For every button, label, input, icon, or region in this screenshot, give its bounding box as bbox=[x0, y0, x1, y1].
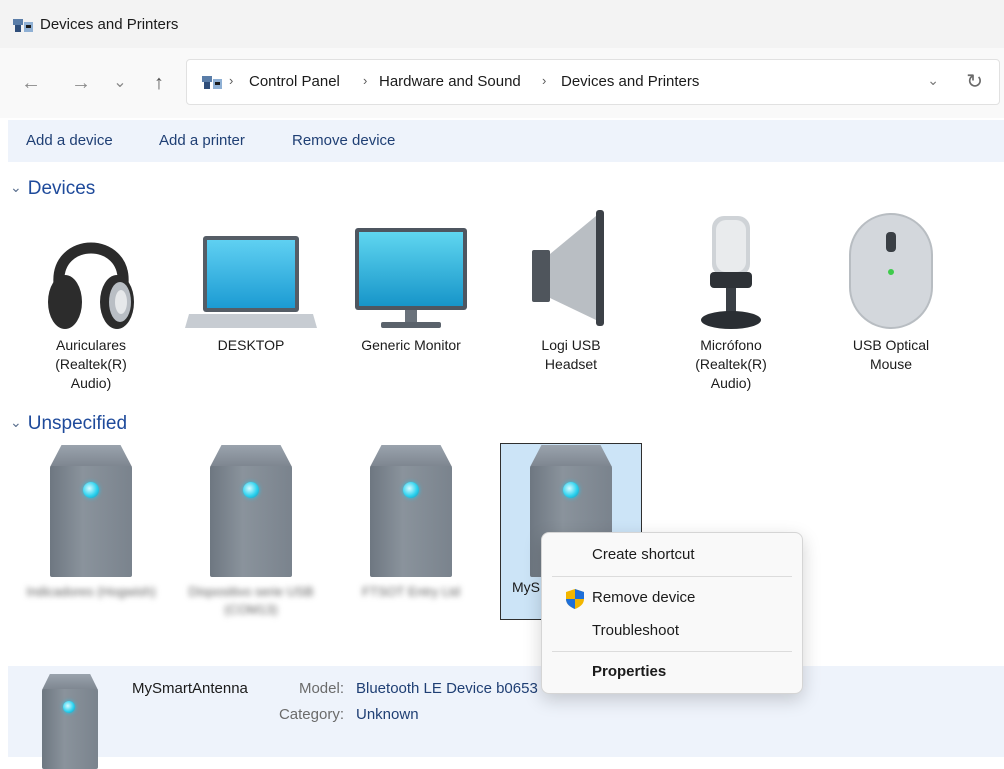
group-header-devices[interactable]: ⌄ Devices bbox=[10, 178, 95, 200]
details-pane: MySmartAntenna Model: Bluetooth LE Devic… bbox=[8, 666, 1004, 769]
device-item-logi-usb-headset[interactable]: Logi USB Headset bbox=[498, 210, 644, 374]
device-item-headphones[interactable]: Auriculares (Realtek(R) Audio) bbox=[18, 214, 164, 393]
recent-locations-chevron-icon[interactable]: ⌄ bbox=[107, 70, 133, 96]
details-model-label: Model: bbox=[298, 680, 344, 697]
command-bar: Add a device Add a printer Remove device bbox=[8, 120, 1004, 162]
window-title: Devices and Printers bbox=[40, 16, 179, 33]
chevron-down-icon: ⌄ bbox=[10, 179, 22, 195]
navigation-bar: ← → ⌄ ↑ › Control Panel › Hardware and S… bbox=[0, 48, 1004, 118]
breadcrumb-separator-icon: › bbox=[229, 73, 234, 88]
breadcrumb-separator-icon[interactable]: › bbox=[363, 73, 367, 88]
address-bar[interactable]: › Control Panel › Hardware and Sound › D… bbox=[186, 59, 1000, 105]
menu-item-create-shortcut[interactable]: Create shortcut bbox=[592, 546, 695, 563]
remove-device-button[interactable]: Remove device bbox=[292, 132, 395, 149]
menu-item-troubleshoot[interactable]: Troubleshoot bbox=[592, 622, 679, 639]
menu-item-properties[interactable]: Properties bbox=[592, 663, 666, 680]
up-arrow-icon[interactable]: ↑ bbox=[146, 70, 172, 96]
speaker-icon bbox=[532, 210, 604, 326]
laptop-icon bbox=[185, 236, 317, 328]
device-tower-icon bbox=[42, 674, 98, 769]
group-header-unspecified[interactable]: ⌄ Unspecified bbox=[10, 413, 127, 435]
devices-and-printers-window: Devices and Printers ← → ⌄ ↑ › Control P… bbox=[0, 0, 1004, 769]
device-label: MyS bbox=[512, 579, 540, 595]
menu-separator bbox=[552, 576, 792, 577]
back-arrow-icon[interactable]: ← bbox=[18, 70, 44, 96]
device-tower-icon bbox=[210, 445, 292, 577]
title-bar: Devices and Printers bbox=[0, 0, 1004, 48]
refresh-icon[interactable]: ↻ bbox=[966, 69, 983, 94]
chevron-down-icon: ⌄ bbox=[10, 414, 22, 430]
microphone-icon bbox=[701, 216, 761, 329]
headphones-icon bbox=[48, 242, 134, 329]
details-category-label: Category: bbox=[278, 706, 344, 723]
device-item-microfono[interactable]: Micrófono (Realtek(R) Audio) bbox=[658, 214, 804, 393]
device-item-unspecified-1[interactable]: Indicadores (Hogwish) bbox=[18, 445, 164, 615]
device-item-desktop[interactable]: DESKTOP bbox=[178, 214, 324, 355]
breadcrumb-control-panel[interactable]: Control Panel bbox=[249, 73, 340, 90]
add-printer-button[interactable]: Add a printer bbox=[159, 132, 245, 149]
device-item-unspecified-3[interactable]: FTSOT Entry Ltd bbox=[338, 445, 484, 615]
details-category-value: Unknown bbox=[356, 706, 419, 723]
uac-shield-icon bbox=[566, 589, 584, 609]
group-label: Unspecified bbox=[27, 413, 128, 434]
forward-arrow-icon[interactable]: → bbox=[68, 70, 94, 96]
device-label: DESKTOP bbox=[217, 337, 285, 353]
devices-printers-icon bbox=[202, 76, 222, 89]
device-label: Generic Monitor bbox=[361, 337, 461, 353]
details-model-value: Bluetooth LE Device b0653 bbox=[356, 680, 538, 697]
add-device-button[interactable]: Add a device bbox=[26, 132, 113, 149]
mouse-icon bbox=[849, 213, 933, 329]
breadcrumb-devices-and-printers[interactable]: Devices and Printers bbox=[561, 73, 699, 90]
address-dropdown-icon[interactable]: ⌄ bbox=[927, 72, 939, 89]
device-tower-icon bbox=[50, 445, 132, 577]
devices-printers-icon bbox=[13, 19, 33, 32]
device-label: Micrófono (Realtek(R) Audio) bbox=[695, 337, 767, 391]
monitor-icon bbox=[355, 228, 467, 328]
device-tower-icon bbox=[370, 445, 452, 577]
device-label-blurred: Dispositivo serie USB (COM13) bbox=[188, 584, 314, 617]
group-label: Devices bbox=[27, 178, 96, 199]
device-label-blurred: FTSOT Entry Ltd bbox=[361, 584, 460, 599]
device-label: USB Optical Mouse bbox=[852, 337, 930, 372]
device-label: Auriculares (Realtek(R) Audio) bbox=[55, 337, 127, 391]
device-item-unspecified-2[interactable]: Dispositivo serie USB (COM13) bbox=[178, 445, 324, 617]
menu-item-remove-device[interactable]: Remove device bbox=[592, 589, 695, 606]
details-device-name: MySmartAntenna bbox=[132, 680, 248, 697]
device-label: Logi USB Headset bbox=[541, 337, 601, 372]
device-item-usb-optical-mouse[interactable]: USB Optical Mouse bbox=[818, 213, 964, 374]
context-menu: Create shortcut Remove device Troublesho… bbox=[541, 532, 803, 694]
breadcrumb-separator-icon[interactable]: › bbox=[542, 73, 546, 88]
breadcrumb-hardware-and-sound[interactable]: Hardware and Sound bbox=[379, 73, 521, 90]
device-item-generic-monitor[interactable]: Generic Monitor bbox=[338, 214, 484, 355]
device-label-blurred: Indicadores (Hogwish) bbox=[26, 584, 156, 599]
menu-separator bbox=[552, 651, 792, 652]
